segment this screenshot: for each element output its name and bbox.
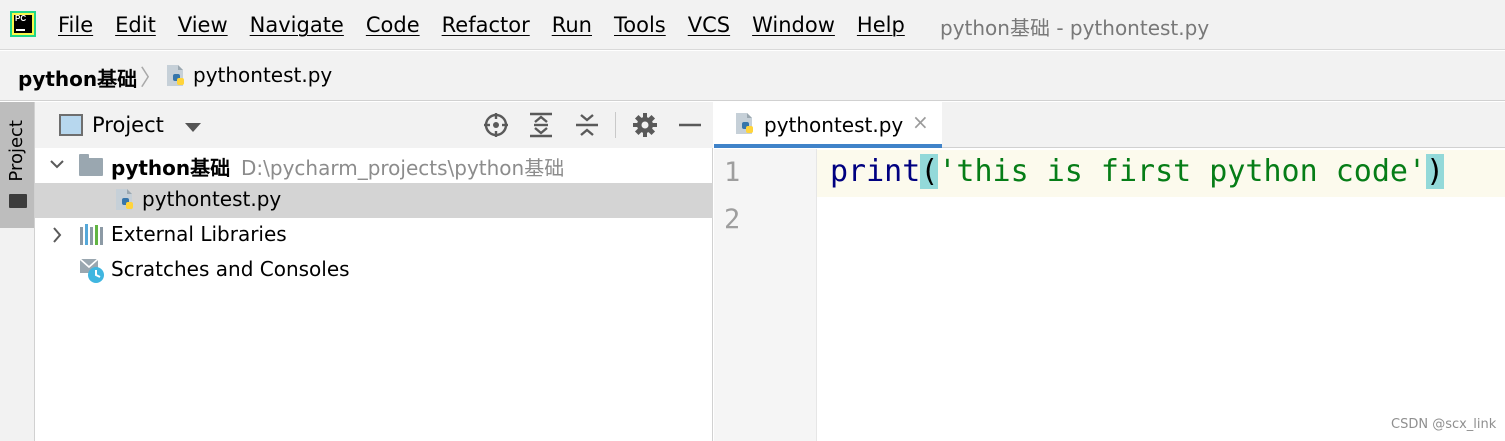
line-number: 2	[724, 204, 741, 235]
editor: pythontest.py × 1 2 print('this is first…	[714, 102, 1505, 441]
menu-navigate[interactable]: Navigate	[250, 13, 344, 37]
menu-tools[interactable]: Tools	[614, 13, 666, 37]
tree-label-project: python基础	[111, 156, 231, 180]
tree-row-external-libraries[interactable]: External Libraries	[35, 218, 713, 253]
code-function: print	[830, 154, 921, 189]
project-panel: Project python基础 D:\pycharm_projects\pyt…	[35, 102, 713, 441]
minimize-icon[interactable]	[677, 112, 703, 138]
code-line[interactable]: print('this is first python code')	[830, 154, 1445, 189]
pycharm-logo-icon: PC	[10, 11, 36, 37]
code-string: 'this is first python code'	[938, 154, 1427, 189]
tab-pythontest[interactable]: pythontest.py ×	[714, 102, 942, 148]
code-open-paren: (	[920, 154, 939, 189]
logo-text: PC	[15, 14, 27, 23]
folder-icon	[79, 154, 103, 176]
breadcrumb: python基础 〉 pythontest.py	[0, 51, 1505, 101]
project-tool-tab-label: Project	[6, 120, 27, 182]
scratches-icon	[79, 258, 104, 283]
tree-label-file: pythontest.py	[142, 187, 282, 211]
breadcrumb-file[interactable]: pythontest.py	[193, 63, 332, 87]
menu-file[interactable]: File	[58, 13, 93, 37]
window-title: python基础 - pythontest.py	[940, 16, 1210, 40]
breadcrumb-separator: 〉	[140, 66, 163, 91]
folder-icon	[9, 194, 27, 208]
tree-row-pythontest[interactable]: pythontest.py	[35, 183, 713, 218]
code-close-paren: )	[1426, 154, 1445, 189]
chevron-down-icon[interactable]	[185, 123, 201, 132]
locate-icon[interactable]	[483, 112, 509, 138]
menu-window[interactable]: Window	[752, 13, 835, 37]
project-panel-header: Project	[35, 102, 713, 148]
tab-label: pythontest.py	[764, 113, 904, 137]
line-number-gutter: 1 2	[714, 149, 817, 441]
library-icon	[80, 224, 103, 245]
project-tree: python基础 D:\pycharm_projects\python基础 py…	[35, 148, 713, 288]
python-file-icon	[116, 189, 133, 210]
editor-tab-bar: pythontest.py ×	[714, 102, 1505, 148]
menu-refactor[interactable]: Refactor	[442, 13, 530, 37]
python-file-icon	[736, 113, 753, 134]
menu-bar: PC File Edit View Navigate Code Refactor…	[0, 0, 1505, 50]
menu-items: File Edit View Navigate Code Refactor Ru…	[58, 0, 927, 50]
chevron-down-icon[interactable]	[49, 156, 65, 174]
expand-all-icon[interactable]	[528, 112, 554, 138]
breadcrumb-project[interactable]: python基础	[18, 63, 137, 92]
tree-label-external-libraries: External Libraries	[111, 222, 287, 246]
menu-edit[interactable]: Edit	[115, 13, 156, 37]
project-panel-title[interactable]: Project	[92, 113, 164, 137]
gear-icon[interactable]	[632, 112, 658, 138]
tree-project-path: D:\pycharm_projects\python基础	[241, 156, 565, 180]
menu-help[interactable]: Help	[857, 13, 905, 37]
collapse-all-icon[interactable]	[574, 112, 600, 138]
tree-row-project-root[interactable]: python基础 D:\pycharm_projects\python基础	[35, 148, 713, 183]
menu-code[interactable]: Code	[366, 13, 420, 37]
project-tool-tab[interactable]: Project	[0, 102, 34, 228]
chevron-right-icon[interactable]	[49, 226, 65, 244]
project-view-icon	[59, 114, 83, 136]
close-icon[interactable]: ×	[912, 110, 929, 134]
line-number: 1	[724, 157, 741, 188]
tree-label-scratches: Scratches and Consoles	[111, 257, 350, 281]
watermark: CSDN @scx_link	[1391, 417, 1497, 432]
tool-window-strip: Project	[0, 102, 35, 441]
menu-vcs[interactable]: VCS	[688, 13, 730, 37]
tree-row-scratches[interactable]: Scratches and Consoles	[35, 253, 713, 288]
python-file-icon	[167, 65, 184, 86]
menu-run[interactable]: Run	[552, 13, 592, 37]
toolbar-divider	[615, 112, 616, 138]
menu-view[interactable]: View	[178, 13, 228, 37]
